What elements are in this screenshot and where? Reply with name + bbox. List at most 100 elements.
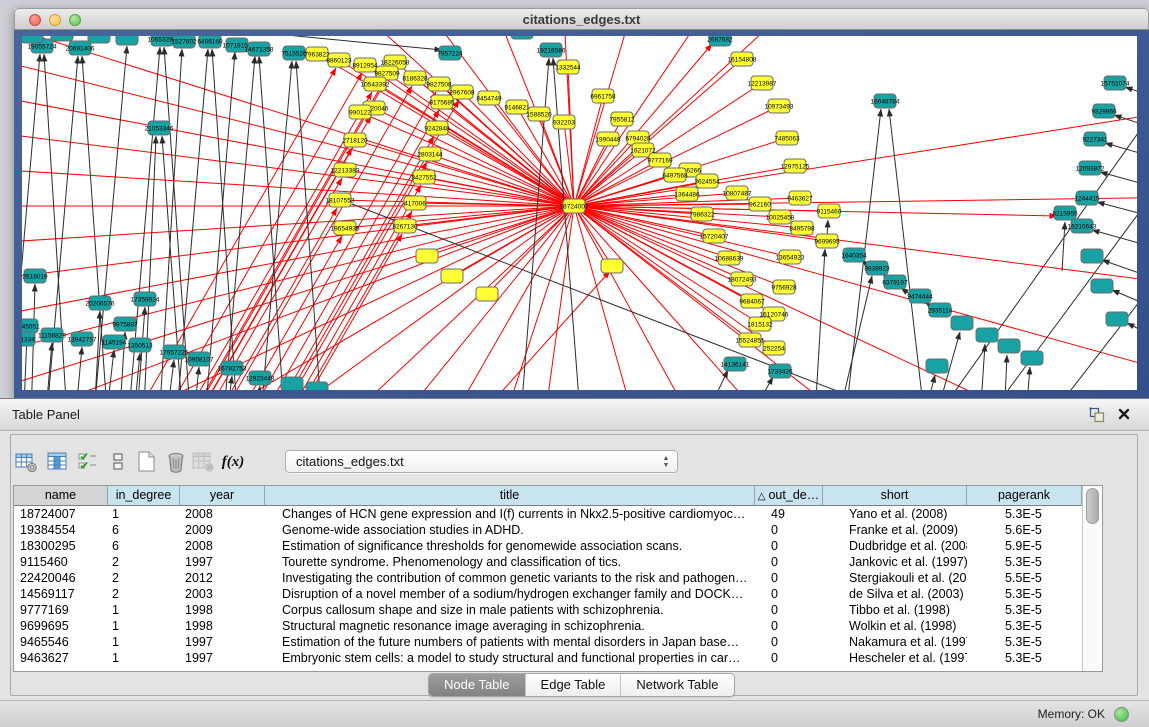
table-cell[interactable]: 5.3E-5 [967, 586, 1082, 602]
table-cell[interactable]: Nakamura et al. (1997) [823, 634, 967, 650]
graph-node[interactable] [22, 36, 43, 43]
create-table-icon[interactable] [133, 449, 159, 475]
table-cell[interactable]: Embryonic stem cells: a model to study s… [265, 650, 755, 666]
table-cell[interactable]: Changes of HCN gene expression and I(f) … [265, 506, 755, 522]
table-cell[interactable]: Dudbridge et al. (2008) [823, 538, 967, 554]
table-cell[interactable]: 22420046 [14, 570, 108, 586]
network-canvas[interactable]: 1905572420691406106532871527602646616010… [22, 36, 1137, 390]
table-cell[interactable]: Investigating the contribution of common… [265, 570, 755, 586]
table-cell[interactable]: 5.6E-5 [967, 522, 1082, 538]
column-header-short[interactable]: short [823, 486, 967, 506]
table-scrollbar-thumb[interactable] [1086, 488, 1099, 524]
table-settings-icon[interactable] [13, 449, 39, 475]
table-cell[interactable]: 5.3E-5 [967, 506, 1082, 522]
column-header-title[interactable]: title [265, 486, 755, 506]
table-cell[interactable]: 9465546 [14, 634, 108, 650]
table-cell[interactable]: Disruption of a novel member of a sodium… [265, 586, 755, 602]
table-row[interactable]: 1456911722003Disruption of a novel membe… [14, 586, 1102, 602]
table-cell[interactable]: 5.9E-5 [967, 538, 1082, 554]
table-cell[interactable]: 0 [755, 538, 823, 554]
table-cell[interactable]: 1 [108, 634, 180, 650]
table-row[interactable]: 946362711997Embryonic stem cells: a mode… [14, 650, 1102, 666]
tab-network-table[interactable]: Network Table [620, 674, 733, 696]
column-checklist-icon[interactable] [75, 449, 101, 475]
delete-table-icon[interactable] [163, 449, 189, 475]
close-panel-icon[interactable] [1117, 407, 1135, 425]
graph-node[interactable] [1081, 249, 1103, 263]
table-cell[interactable]: 2 [108, 554, 180, 570]
column-header-out-degree[interactable]: △out_de… [755, 486, 823, 506]
table-cell[interactable]: 5.5E-5 [967, 570, 1082, 586]
table-cell[interactable]: 49 [755, 506, 823, 522]
graph-node[interactable] [1106, 312, 1128, 326]
column-header-year[interactable]: year [180, 486, 265, 506]
table-cell[interactable]: 5.3E-5 [967, 634, 1082, 650]
column-header-name[interactable]: name [14, 486, 108, 506]
table-cell[interactable]: 0 [755, 618, 823, 634]
table-cell[interactable]: 2 [108, 570, 180, 586]
table-cell[interactable]: 5.3E-5 [967, 554, 1082, 570]
network-window-titlebar[interactable]: citations_edges.txt [14, 8, 1149, 30]
table-cell[interactable]: 0 [755, 602, 823, 618]
graph-node[interactable] [951, 316, 973, 330]
table-cell[interactable]: 1997 [180, 650, 265, 666]
table-cell[interactable]: 0 [755, 522, 823, 538]
table-scrollbar[interactable] [1082, 486, 1102, 671]
table-cell[interactable]: 1 [108, 602, 180, 618]
table-cell[interactable]: de Silva et al. (2003) [823, 586, 967, 602]
table-cell[interactable]: 1 [108, 618, 180, 634]
graph-node[interactable] [51, 36, 73, 41]
graph-node[interactable] [306, 382, 328, 390]
table-cell[interactable]: Structural magnetic resonance image aver… [265, 618, 755, 634]
table-cell[interactable]: 18724007 [14, 506, 108, 522]
graph-node[interactable] [476, 287, 498, 301]
tab-edge-table[interactable]: Edge Table [525, 674, 621, 696]
table-cell[interactable]: Tourette syndrome. Phenomenology and cla… [265, 554, 755, 570]
table-cell[interactable]: 14569117 [14, 586, 108, 602]
graph-node[interactable] [116, 36, 138, 45]
graph-node[interactable] [281, 377, 303, 390]
table-cell[interactable]: Genome-wide association studies in ADHD. [265, 522, 755, 538]
graph-node[interactable] [926, 359, 948, 373]
tab-node-table[interactable]: Node Table [429, 674, 525, 696]
column-header-pagerank[interactable]: pagerank [967, 486, 1082, 506]
table-cell[interactable]: 0 [755, 570, 823, 586]
table-cell[interactable]: 1998 [180, 618, 265, 634]
table-mode-icon[interactable] [105, 449, 131, 475]
table-cell[interactable]: 2 [108, 586, 180, 602]
table-cell[interactable]: 9699695 [14, 618, 108, 634]
table-cell[interactable]: 2008 [180, 538, 265, 554]
table-row[interactable]: 1830029562008Estimation of significance … [14, 538, 1102, 554]
graph-node[interactable] [416, 249, 438, 263]
float-panel-icon[interactable] [1089, 407, 1107, 425]
table-row[interactable]: 1872400712008Changes of HCN gene express… [14, 506, 1102, 522]
table-row[interactable]: 2242004622012Investigating the contribut… [14, 570, 1102, 586]
table-cell[interactable]: Yano et al. (2008) [823, 506, 967, 522]
graph-node[interactable] [441, 269, 463, 283]
table-row[interactable]: 1938455462009Genome-wide association stu… [14, 522, 1102, 538]
table-cell[interactable]: 19384554 [14, 522, 108, 538]
table-cell[interactable]: Wolkin et al. (1998) [823, 618, 967, 634]
table-cell[interactable]: 1997 [180, 554, 265, 570]
table-cell[interactable]: 2008 [180, 506, 265, 522]
table-cell[interactable]: 9115460 [14, 554, 108, 570]
table-cell[interactable]: 5.3E-5 [967, 602, 1082, 618]
table-row[interactable]: 969969511998Structural magnetic resonanc… [14, 618, 1102, 634]
table-cell[interactable]: 0 [755, 634, 823, 650]
table-cell[interactable]: 1 [108, 650, 180, 666]
table-cell[interactable]: Jankovic et al. (1997) [823, 554, 967, 570]
table-cell[interactable]: Hescheler et al. (1997) [823, 650, 967, 666]
column-header-in-degree[interactable]: in_degree [108, 486, 180, 506]
graph-node[interactable] [1021, 351, 1043, 365]
table-cell[interactable]: 5.3E-5 [967, 618, 1082, 634]
table-cell[interactable]: 0 [755, 554, 823, 570]
graph-node[interactable] [88, 36, 110, 43]
table-cell[interactable]: Estimation of the future numbers of pati… [265, 634, 755, 650]
table-cell[interactable]: 1 [108, 506, 180, 522]
citation-network-graph[interactable]: 1905572420691406106532871527602646616010… [22, 36, 1137, 390]
table-cell[interactable]: Estimation of significance thresholds fo… [265, 538, 755, 554]
table-cell[interactable]: 9463627 [14, 650, 108, 666]
table-cell[interactable]: 2003 [180, 586, 265, 602]
table-cell[interactable]: 18300295 [14, 538, 108, 554]
select-columns-icon[interactable] [45, 449, 71, 475]
